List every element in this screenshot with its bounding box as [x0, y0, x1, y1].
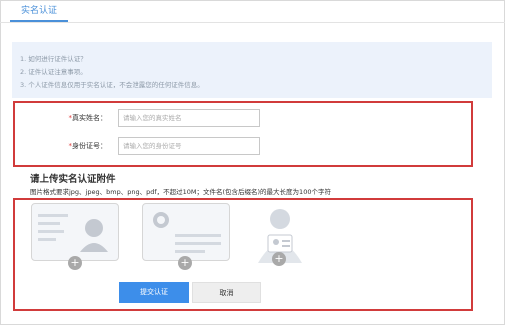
- tab-bar: 实名认证: [0, 0, 505, 23]
- tab-real-name-auth[interactable]: 实名认证: [10, 2, 68, 22]
- add-id-back-icon[interactable]: +: [178, 256, 192, 270]
- id-label: *身份证号：: [68, 142, 108, 150]
- cancel-button[interactable]: 取消: [192, 282, 261, 303]
- add-hand-held-id-icon[interactable]: +: [272, 252, 286, 266]
- add-id-front-icon[interactable]: +: [68, 256, 82, 270]
- id-back-icon: [153, 212, 221, 253]
- info-line-2[interactable]: 2. 证件认证注意事项。: [20, 66, 87, 76]
- real-name-input[interactable]: 请输入您的真实姓名: [118, 109, 260, 127]
- id-front-upload[interactable]: [31, 203, 119, 261]
- info-line-1[interactable]: 1. 如何进行证件认证？: [20, 53, 87, 63]
- upload-title: 请上传实名认证附件: [30, 174, 116, 185]
- info-line-3: 3. 个人证件信息仅用于实名认证，不会泄露您的任何证件信息。: [20, 81, 204, 89]
- info-panel: 1. 如何进行证件认证？ 2. 证件认证注意事项。 3. 个人证件信息仅用于实名…: [12, 42, 492, 98]
- name-label: *真实姓名：: [68, 114, 108, 122]
- submit-button[interactable]: 提交认证: [119, 282, 189, 303]
- id-back-upload[interactable]: [142, 203, 230, 261]
- upload-hint: 图片格式要求jpg、jpeg、bmp、png、pdf，不超过10M；文件名(包含…: [30, 188, 331, 196]
- id-front-icon: [38, 214, 108, 252]
- id-number-input[interactable]: 请输入您的身份证号: [118, 137, 260, 155]
